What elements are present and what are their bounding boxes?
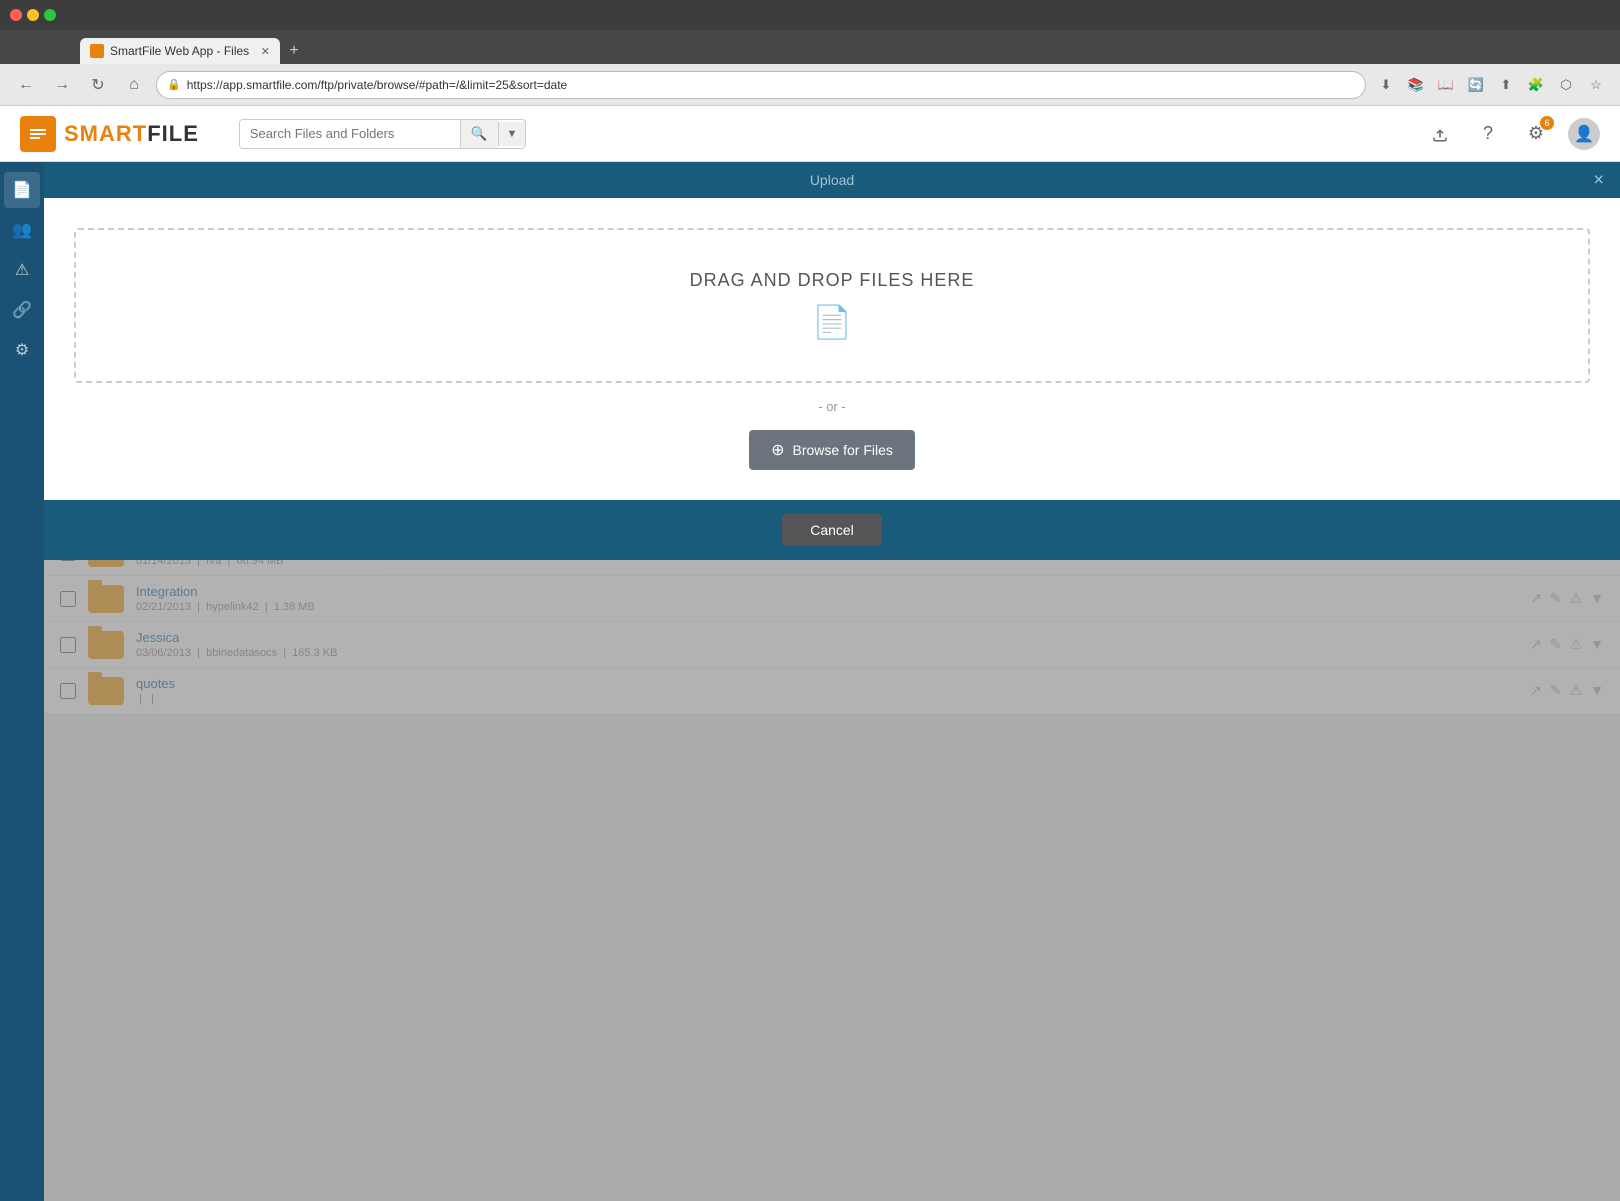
- close-window-btn[interactable]: [10, 9, 22, 21]
- sidebar: 📄 👥 ⚠ 🔗 ⚙: [0, 162, 44, 1201]
- active-tab[interactable]: SmartFile Web App - Files ✕: [80, 38, 280, 64]
- download-icon[interactable]: ⬇: [1374, 73, 1398, 97]
- forward-btn[interactable]: →: [48, 71, 76, 99]
- sidebar-item-users[interactable]: 👥: [4, 212, 40, 248]
- tab-bar: SmartFile Web App - Files ✕ +: [0, 30, 1620, 64]
- cancel-btn[interactable]: Cancel: [782, 514, 882, 546]
- sidebar-item-settings[interactable]: ⚙: [4, 332, 40, 368]
- browser-chrome: [0, 0, 1620, 30]
- upload-modal: Upload × DRAG AND DROP FILES HERE 📄 - or…: [44, 162, 1620, 560]
- user-avatar[interactable]: 👤: [1568, 118, 1600, 150]
- search-dropdown-btn[interactable]: ▼: [498, 122, 526, 146]
- share-icon[interactable]: ⬆: [1494, 73, 1518, 97]
- browse-files-btn[interactable]: ⊕ Browse for Files: [749, 430, 915, 470]
- sidebar-item-files[interactable]: 📄: [4, 172, 40, 208]
- home-btn[interactable]: ⌂: [120, 71, 148, 99]
- maximize-window-btn[interactable]: [44, 9, 56, 21]
- extension-icon[interactable]: 🧩: [1524, 73, 1548, 97]
- back-btn[interactable]: ←: [12, 71, 40, 99]
- logo: SMARTFILE: [20, 116, 199, 152]
- window-controls: [10, 9, 56, 21]
- bookmarks-icon[interactable]: 📚: [1404, 73, 1428, 97]
- sidebar-item-links[interactable]: 🔗: [4, 292, 40, 328]
- content-area: Sales Docs 09/06/2012 | n/a | 2.53 MB ↗ …: [44, 162, 1620, 1201]
- url-bar[interactable]: 🔒 https://app.smartfile.com/ftp/private/…: [156, 71, 1366, 99]
- modal-body: DRAG AND DROP FILES HERE 📄 - or - ⊕ Brow…: [44, 198, 1620, 500]
- modal-header: Upload ×: [44, 162, 1620, 198]
- modal-title: Upload: [810, 172, 854, 188]
- app-header: SMARTFILE 🔍 ▼ ? ⚙ 6 👤: [0, 106, 1620, 162]
- reader-mode-icon[interactable]: 📖: [1434, 73, 1458, 97]
- address-actions: ⬇ 📚 📖 🔄 ⬆ 🧩 ⬡ ☆: [1374, 73, 1608, 97]
- header-right: ? ⚙ 6 👤: [1424, 118, 1600, 150]
- minimize-window-btn[interactable]: [27, 9, 39, 21]
- modal-footer: Cancel: [44, 500, 1620, 560]
- app-wrapper: SMARTFILE 🔍 ▼ ? ⚙ 6 👤 📄 👥 ⚠ 🔗 ⚙: [0, 106, 1620, 1201]
- drop-zone[interactable]: DRAG AND DROP FILES HERE 📄: [74, 228, 1590, 383]
- new-tab-btn[interactable]: +: [280, 38, 308, 64]
- file-drop-icon: 📄: [812, 303, 852, 341]
- search-button[interactable]: 🔍: [460, 120, 498, 148]
- notification-badge: 6: [1540, 116, 1554, 130]
- pocket-icon[interactable]: ⬡: [1554, 73, 1578, 97]
- address-bar: ← → ↻ ⌂ 🔒 https://app.smartfile.com/ftp/…: [0, 64, 1620, 106]
- tab-close-btn[interactable]: ✕: [261, 45, 270, 58]
- upload-icon[interactable]: [1424, 118, 1456, 150]
- browse-label: Browse for Files: [793, 442, 893, 458]
- tab-title: SmartFile Web App - Files: [110, 44, 249, 58]
- sidebar-item-alerts[interactable]: ⚠: [4, 252, 40, 288]
- plus-icon: ⊕: [771, 440, 784, 460]
- modal-overlay: Upload × DRAG AND DROP FILES HERE 📄 - or…: [44, 162, 1620, 1201]
- search-input[interactable]: [240, 120, 460, 147]
- star-icon[interactable]: ☆: [1584, 73, 1608, 97]
- header-search: 🔍 ▼: [239, 119, 527, 149]
- main-content: 📄 👥 ⚠ 🔗 ⚙ Sales Docs 09/06/2012 | n/a | …: [0, 162, 1620, 1201]
- sync-icon[interactable]: 🔄: [1464, 73, 1488, 97]
- logo-icon: [20, 116, 56, 152]
- or-divider: - or -: [74, 399, 1590, 414]
- reload-btn[interactable]: ↻: [84, 71, 112, 99]
- ssl-lock-icon: 🔒: [167, 78, 181, 91]
- drop-zone-text: DRAG AND DROP FILES HERE: [690, 270, 975, 291]
- url-text: https://app.smartfile.com/ftp/private/br…: [187, 78, 568, 92]
- notifications-icon[interactable]: ⚙ 6: [1520, 118, 1552, 150]
- tab-favicon: [90, 44, 104, 58]
- modal-close-btn[interactable]: ×: [1593, 170, 1604, 191]
- help-icon[interactable]: ?: [1472, 118, 1504, 150]
- logo-text: SMARTFILE: [64, 121, 199, 147]
